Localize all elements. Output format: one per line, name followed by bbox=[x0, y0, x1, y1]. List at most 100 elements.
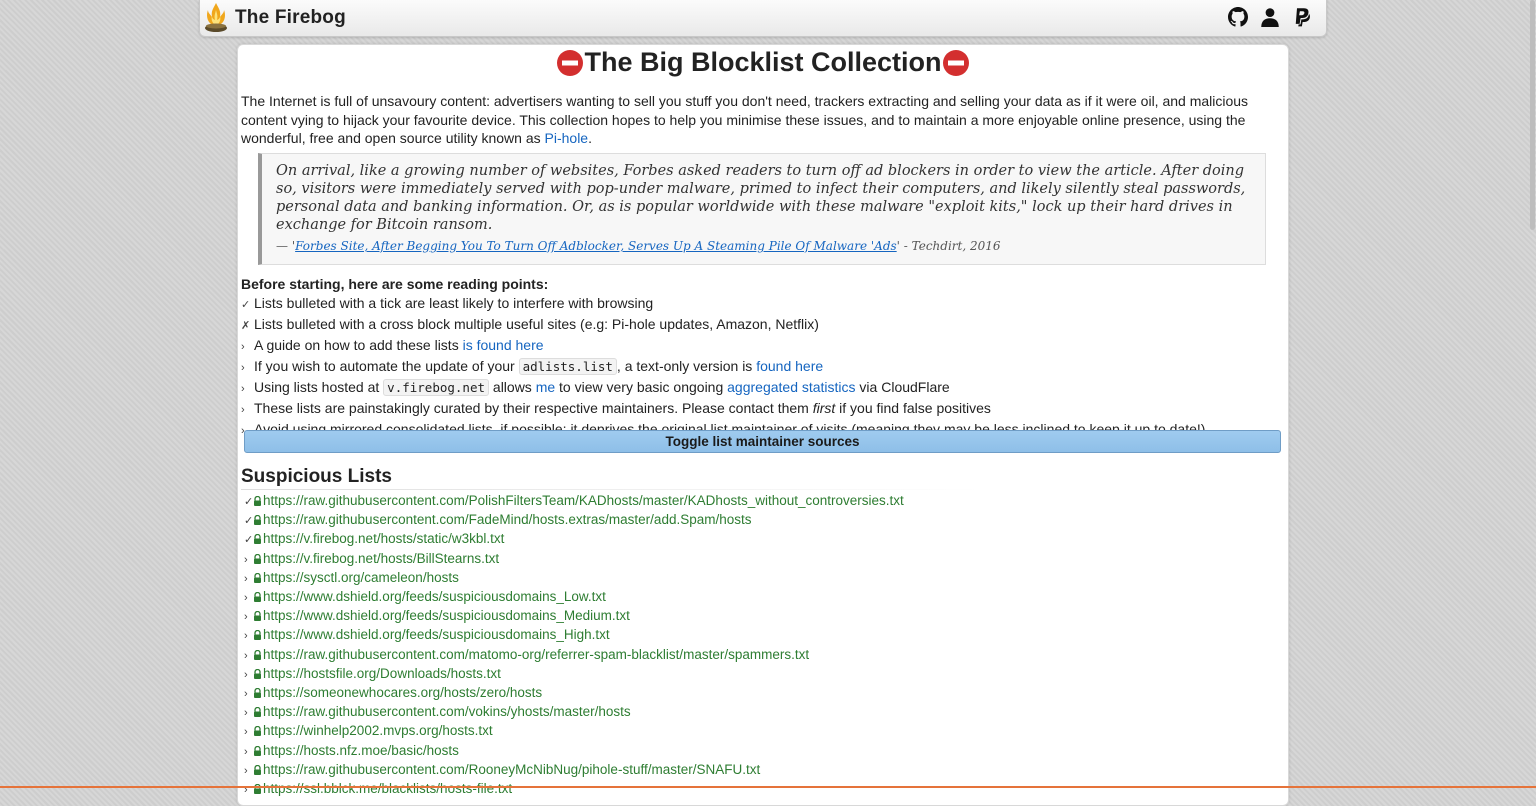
section-title-suspicious: Suspicious Lists bbox=[241, 466, 981, 490]
quote-text: On arrival, like a growing number of web… bbox=[276, 163, 1246, 233]
lock-icon bbox=[254, 592, 261, 603]
lock-icon bbox=[254, 572, 261, 583]
point-text: A guide on how to add these lists bbox=[254, 337, 463, 353]
list-url-link[interactable]: https://sysctl.org/cameleon/hosts bbox=[263, 570, 459, 585]
suspicious-lists: ✓ https://raw.githubusercontent.com/Polis… bbox=[244, 492, 904, 799]
list-item: › https://www.dshield.org/feeds/suspiciou… bbox=[244, 607, 904, 626]
intro-end: . bbox=[588, 130, 592, 146]
lock-icon bbox=[254, 496, 261, 506]
page-title: The Big Blocklist Collection bbox=[238, 47, 1288, 78]
cross-icon: ✗ bbox=[241, 320, 251, 332]
lock-icon bbox=[254, 534, 261, 545]
quote-citation: — 'Forbes Site, After Begging You To Tur… bbox=[276, 237, 1251, 255]
list-item: › https://raw.githubusercontent.com/matom… bbox=[244, 646, 904, 665]
list-url-link[interactable]: https://raw.githubusercontent.com/Rooney… bbox=[263, 762, 760, 777]
emphasis-first: first bbox=[812, 400, 836, 416]
list-url-link[interactable]: https://raw.githubusercontent.com/FadeMi… bbox=[263, 512, 752, 527]
scrollbar-thumb[interactable] bbox=[1530, 0, 1535, 230]
chevron-right-icon: › bbox=[241, 341, 245, 353]
main-content: The Big Blocklist Collection The Interne… bbox=[237, 44, 1289, 806]
list-item: ✓ https://v.firebog.net/hosts/static/w3kb… bbox=[244, 530, 904, 549]
point-text: if you find false positives bbox=[835, 400, 991, 416]
list-item: › If you wish to automate the update of y… bbox=[241, 357, 1281, 378]
guide-link[interactable]: is found here bbox=[463, 337, 544, 353]
reading-points: Before starting, here are some reading p… bbox=[241, 275, 1281, 441]
pihole-link[interactable]: Pi-hole bbox=[545, 130, 589, 146]
list-url-link[interactable]: https://v.firebog.net/hosts/static/w3kbl… bbox=[263, 531, 504, 546]
list-item: ✗ Lists bulleted with a cross block multi… bbox=[241, 315, 1281, 336]
list-url-link[interactable]: https://raw.githubusercontent.com/Polish… bbox=[263, 493, 904, 508]
tick-icon: ✓ bbox=[244, 534, 254, 547]
intro-text: The Internet is full of unsavoury conten… bbox=[241, 93, 1249, 146]
lock-icon bbox=[254, 611, 261, 622]
firebog-logo-icon bbox=[205, 3, 227, 32]
list-url-link[interactable]: https://raw.githubusercontent.com/vokins… bbox=[263, 704, 631, 719]
lock-icon bbox=[254, 515, 261, 526]
lock-icon bbox=[254, 726, 261, 737]
me-link[interactable]: me bbox=[536, 379, 555, 395]
list-url-link[interactable]: https://v.firebog.net/hosts/BillStearns.… bbox=[263, 551, 499, 566]
list-item: › https://someonewhocares.org/hosts/zero/… bbox=[244, 684, 904, 703]
point-text: , a text-only version is bbox=[616, 358, 757, 374]
blockquote: On arrival, like a growing number of web… bbox=[258, 153, 1266, 265]
list-item: › https://hostsfile.org/Downloads/hosts.t… bbox=[244, 665, 904, 684]
list-url-link[interactable]: https://raw.githubusercontent.com/matomo… bbox=[263, 647, 809, 662]
scrollbar[interactable] bbox=[1528, 0, 1536, 788]
chevron-right-icon: › bbox=[244, 553, 248, 566]
techdirt-article-link[interactable]: Forbes Site, After Begging You To Turn O… bbox=[295, 239, 897, 253]
lock-icon bbox=[254, 707, 261, 718]
brand[interactable]: The Firebog bbox=[203, 0, 346, 36]
list-item: › https://www.dshield.org/feeds/suspiciou… bbox=[244, 626, 904, 645]
paypal-icon[interactable] bbox=[1292, 7, 1312, 27]
list-url-link[interactable]: https://www.dshield.org/feeds/suspicious… bbox=[263, 608, 630, 623]
text-version-link[interactable]: found here bbox=[756, 358, 823, 374]
list-item: › https://sysctl.org/cameleon/hosts bbox=[244, 569, 904, 588]
tick-icon: ✓ bbox=[241, 299, 251, 311]
list-url-link[interactable]: https://www.dshield.org/feeds/suspicious… bbox=[263, 589, 606, 604]
list-item: › https://raw.githubusercontent.com/Roone… bbox=[244, 761, 904, 780]
point-text: These lists are painstakingly curated by… bbox=[254, 400, 813, 416]
list-url-link[interactable]: https://winhelp2002.mvps.org/hosts.txt bbox=[263, 723, 493, 738]
brand-name: The Firebog bbox=[235, 7, 346, 28]
lock-icon bbox=[254, 745, 261, 756]
lock-icon bbox=[254, 668, 261, 679]
list-item: › Using lists hosted at v.firebog.net all… bbox=[241, 378, 1281, 399]
chevron-right-icon: › bbox=[244, 592, 248, 605]
list-item: › A guide on how to add these lists is fo… bbox=[241, 336, 1281, 357]
tick-icon: ✓ bbox=[244, 496, 254, 508]
chevron-right-icon: › bbox=[241, 362, 245, 374]
list-url-link[interactable]: https://hostsfile.org/Downloads/hosts.tx… bbox=[263, 666, 501, 681]
toggle-sources-button[interactable]: Toggle list maintainer sources bbox=[244, 430, 1281, 453]
top-navbar: The Firebog bbox=[199, 0, 1327, 37]
point-text: Lists bulleted with a cross block multip… bbox=[254, 316, 819, 332]
lock-icon bbox=[254, 630, 261, 641]
user-icon[interactable] bbox=[1260, 7, 1280, 27]
chevron-right-icon: › bbox=[244, 726, 248, 739]
list-item: ✓ https://raw.githubusercontent.com/Polis… bbox=[244, 492, 904, 511]
chevron-right-icon: › bbox=[244, 630, 248, 643]
github-icon[interactable] bbox=[1228, 7, 1248, 27]
host-code: v.firebog.net bbox=[383, 379, 490, 396]
point-text: If you wish to automate the update of yo… bbox=[254, 358, 519, 374]
no-entry-icon bbox=[942, 49, 969, 76]
lock-icon bbox=[254, 649, 261, 660]
no-entry-icon bbox=[557, 49, 584, 76]
list-url-link[interactable]: https://someonewhocares.org/hosts/zero/h… bbox=[263, 685, 542, 700]
list-item: ✓ https://raw.githubusercontent.com/FadeM… bbox=[244, 511, 904, 530]
lock-icon bbox=[254, 688, 261, 699]
chevron-right-icon: › bbox=[241, 404, 245, 416]
cite-prefix: — ' bbox=[276, 239, 296, 253]
statistics-link[interactable]: aggregated statistics bbox=[727, 379, 855, 395]
adlists-code: adlists.list bbox=[518, 358, 617, 375]
list-url-link[interactable]: https://hosts.nfz.moe/basic/hosts bbox=[263, 743, 459, 758]
list-item: › https://hosts.nfz.moe/basic/hosts bbox=[244, 742, 904, 761]
chevron-right-icon: › bbox=[244, 784, 248, 797]
tick-icon: ✓ bbox=[244, 515, 254, 528]
list-url-link[interactable]: https://ssl.bblck.me/blacklists/hosts-fi… bbox=[263, 781, 512, 796]
list-item: › https://ssl.bblck.me/blacklists/hosts-f… bbox=[244, 780, 904, 799]
chevron-right-icon: › bbox=[244, 745, 248, 758]
point-text: allows bbox=[489, 379, 536, 395]
list-url-link[interactable]: https://www.dshield.org/feeds/suspicious… bbox=[263, 627, 610, 642]
lock-icon bbox=[254, 764, 261, 775]
chevron-right-icon: › bbox=[241, 383, 245, 395]
